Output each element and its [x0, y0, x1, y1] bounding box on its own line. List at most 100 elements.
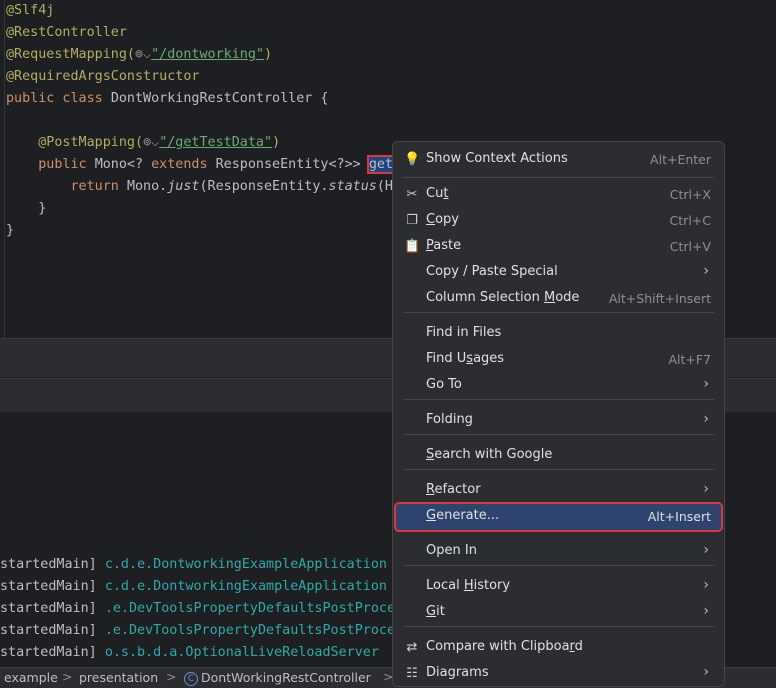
menu-item-label: Git: [426, 604, 445, 619]
menu-item-cut[interactable]: ✂ Cut Ctrl+X: [396, 182, 721, 208]
menu-item-go-to[interactable]: Go To ›: [396, 373, 721, 399]
console-thread: startedMain]: [0, 557, 105, 572]
menu-item-label: Column Selection Mode: [426, 290, 580, 305]
menu-separator: [403, 565, 714, 566]
code-line: @Slf4j: [6, 0, 54, 22]
code-token: extends: [151, 157, 216, 172]
menu-item-label: Compare with Clipboard: [426, 639, 583, 654]
menu-item-refactor[interactable]: Refactor ›: [396, 478, 721, 504]
menu-separator: [403, 469, 714, 470]
menu-item-local-history[interactable]: Local History ›: [396, 574, 721, 600]
menu-separator: [403, 177, 714, 178]
menu-item-label: Copy: [426, 212, 459, 227]
menu-item-generate[interactable]: Generate... Alt+Insert: [394, 502, 723, 532]
code-line: @PostMapping(⊚⌵"/getTestData"): [6, 132, 280, 154]
scissors-icon: ✂: [406, 187, 418, 202]
menu-item-shortcut: Alt+F7: [668, 352, 711, 367]
code-line: @RestController: [6, 22, 127, 44]
menu-item-label: Go To: [426, 377, 462, 392]
submenu-arrow-icon: ›: [703, 603, 709, 619]
submenu-arrow-icon: ›: [703, 411, 709, 427]
code-token: @RequiredArgsConstructor: [6, 69, 200, 84]
submenu-arrow-icon: ›: [703, 376, 709, 392]
menu-item-label: Search with Google: [426, 447, 553, 462]
context-menu: 💡 Show Context Actions Alt+Enter ✂ Cut Ctrl+X…: [392, 141, 725, 687]
selected-method-name: get: [366, 155, 396, 174]
menu-item-label: Open In: [426, 543, 477, 558]
menu-item-column-selection-mode[interactable]: Column Selection Mode Alt+Shift+Insert: [396, 286, 721, 312]
code-token: (ResponseEntity.: [199, 179, 329, 194]
code-token: @PostMapping(: [38, 135, 144, 150]
code-token: DontWorkingRestController {: [110, 91, 329, 106]
code-token: ⊚⌵: [143, 135, 160, 150]
menu-item-search-with-google[interactable]: Search with Google: [396, 443, 721, 469]
console-logger: o.s.b.d.a.OptionalLiveReloadServer: [104, 645, 379, 660]
menu-separator: [403, 626, 714, 627]
submenu-arrow-icon: ›: [703, 263, 709, 279]
code-token: }: [6, 201, 47, 216]
menu-item-shortcut: Alt+Enter: [650, 152, 711, 167]
menu-item-label: Paste: [426, 238, 462, 253]
menu-item-label: Cut: [426, 186, 449, 201]
breadcrumb-separator: >: [62, 669, 73, 684]
menu-item-compare-with-clipboard[interactable]: ⇄ Compare with Clipboard: [396, 635, 721, 661]
code-line: }: [6, 198, 46, 220]
menu-separator: [403, 312, 714, 313]
menu-separator: [403, 434, 714, 435]
menu-item-git[interactable]: Git ›: [396, 600, 721, 626]
submenu-arrow-icon: ›: [703, 664, 709, 680]
menu-item-label: Diagrams: [426, 665, 489, 680]
submenu-arrow-icon: ›: [703, 481, 709, 497]
menu-item-shortcut: Ctrl+C: [669, 213, 711, 228]
breadcrumb-separator: >: [166, 669, 177, 684]
clipboard-icon: 📋: [404, 239, 421, 254]
code-token: Mono<?: [94, 157, 152, 172]
code-line: public class DontWorkingRestController {: [6, 88, 328, 110]
console-logger: .e.DevToolsPropertyDefaultsPostProce: [104, 601, 396, 616]
menu-item-shortcut: Alt+Insert: [647, 509, 711, 524]
breadcrumb-presentation[interactable]: presentation: [79, 670, 158, 685]
console-logger: .e.DevToolsPropertyDefaultsPostProce: [104, 623, 396, 638]
menu-separator: [403, 399, 714, 400]
console-logger: c.d.e.DontworkingExampleApplication: [104, 579, 387, 594]
code-token: "/dontworking": [151, 47, 264, 62]
code-token: @RequestMapping(: [6, 47, 135, 62]
menu-item-find-in-files[interactable]: Find in Files: [396, 321, 721, 347]
breadcrumb-class[interactable]: C DontWorkingRestController: [184, 670, 371, 686]
diagram-icon: ☷: [406, 666, 418, 681]
console-thread: startedMain]: [0, 645, 105, 660]
menu-item-diagrams[interactable]: ☷ Diagrams ›: [396, 661, 721, 686]
code-line: @RequestMapping(⊚⌵"/dontworking"): [6, 44, 272, 66]
code-token: Mono.: [126, 179, 168, 194]
console-logger: c.d.e.DontworkingExampleApplication: [104, 557, 387, 572]
menu-item-find-usages[interactable]: Find Usages Alt+F7: [396, 347, 721, 373]
menu-item-folding[interactable]: Folding ›: [396, 408, 721, 434]
console-thread: startedMain]: [0, 579, 105, 594]
code-token: (H: [376, 179, 393, 194]
code-token: status: [328, 179, 377, 194]
menu-item-label: Generate...: [426, 508, 500, 523]
menu-item-label: Copy / Paste Special: [426, 264, 558, 279]
class-icon: C: [184, 671, 198, 686]
menu-item-shortcut: Alt+Shift+Insert: [608, 291, 711, 306]
code-token: @Slf4j: [6, 3, 55, 18]
menu-item-label: Find in Files: [426, 325, 502, 340]
menu-item-show-context-actions[interactable]: 💡 Show Context Actions Alt+Enter: [396, 147, 721, 173]
menu-item-copy[interactable]: ❐ Copy Ctrl+C: [396, 208, 721, 234]
submenu-arrow-icon: ›: [703, 577, 709, 593]
breadcrumb-example[interactable]: example: [4, 670, 58, 685]
code-token: @RestController: [6, 25, 127, 40]
menu-item-label: Local History: [426, 578, 511, 593]
code-line: public Mono<? extends ResponseEntity<?>>…: [6, 154, 396, 176]
menu-item-paste[interactable]: 📋 Paste Ctrl+V: [396, 234, 721, 260]
code-token: return: [70, 179, 127, 194]
menu-item-copy-paste-special[interactable]: Copy / Paste Special ›: [396, 260, 721, 286]
menu-item-label: Refactor: [426, 482, 481, 497]
code-token: ): [272, 135, 281, 150]
lightbulb-icon: 💡: [404, 152, 421, 167]
menu-item-shortcut: Ctrl+X: [669, 187, 711, 202]
menu-item-open-in[interactable]: Open In ›: [396, 539, 721, 565]
